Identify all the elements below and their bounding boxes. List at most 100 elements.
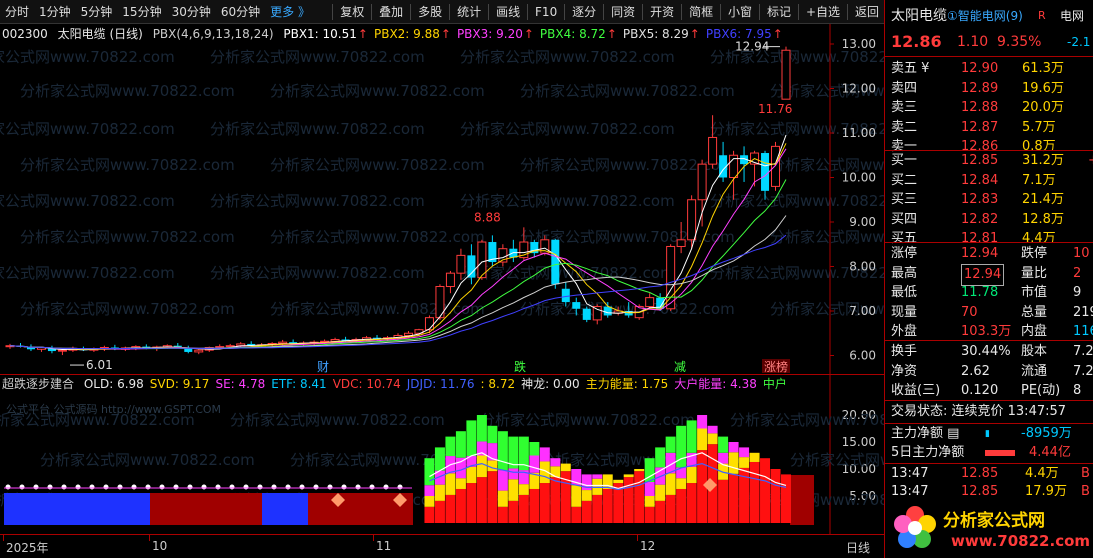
signal-dot [33,484,39,490]
indicator-bar-segment [445,436,456,457]
stat-label: PE(动) [1021,383,1061,398]
blue-block [4,493,150,525]
bid-volume: 21.4万 [1022,192,1064,207]
indicator-bar-segment [539,447,550,462]
toolbar-button[interactable]: 简框 [684,0,718,24]
toolbar-button[interactable]: 标记 [762,0,796,24]
signal-dot [145,484,151,490]
toolbar-button[interactable]: 小窗 [723,0,757,24]
date-tick [373,535,374,541]
tick-volume: 4.4万 [1025,466,1059,481]
bid-row: 买一 12.85 31.2万 + [885,151,1093,171]
indicator-panel[interactable]: 20.00 15.00 10.00 5.00 分析家公式网www.70822.com 分析… [0,374,884,535]
toolbar-button[interactable]: 逐分 [567,0,601,24]
tick-side: B [1081,466,1090,481]
side-label: 电网 [1060,9,1085,23]
divider [885,400,1093,401]
tick-time: 13:47 [891,466,929,481]
indicator-bar-segment [529,488,540,523]
candle-body [424,317,434,331]
stat-label: 跌停 [1021,246,1048,261]
date-tick [3,535,4,541]
stat-label: 内盘 [1021,324,1048,339]
sector-link: ①智能电网(9) [947,9,1023,23]
price-axis-label: 9.00 [849,215,876,229]
date-label: 日线 [846,541,871,555]
toolbar-button[interactable]: 叠加 [374,0,408,24]
indicator-bar-segment [424,458,435,486]
candle-body [687,199,697,241]
period-button[interactable]: 分时 [0,0,34,24]
toolbar-button[interactable]: 返回 [850,0,884,24]
stat-value: 219. [1073,304,1093,320]
watermark-text: 分析家公式网www.70822.com [210,120,425,138]
indicator-bar-segment [518,484,529,495]
indicator-plot: 20.0015.0010.005.00分析家公式网www.70822.com 分析… [0,375,884,535]
toolbar-button[interactable]: 多股 [413,0,447,24]
low-price-label: 6.01 [86,358,113,372]
toolbar-button[interactable]: 复权 [335,0,369,24]
candlestick-chart[interactable]: 002300 太阳电缆 (日线) PBX(4,6,9,13,18,24) PBX… [0,24,884,374]
date-label: 12 [640,539,656,553]
peak-label: 8.88 [474,210,501,224]
price-change-pct: 9.35% [997,34,1042,50]
indicator-bar-segment [424,506,435,523]
period-button[interactable]: 30分钟 [167,0,216,24]
period-button[interactable]: 更多 》 [265,0,315,24]
toolbar-button[interactable]: +自选 [801,0,845,24]
indicator-bar-segment [571,485,582,507]
indicator-bar-segment [665,494,676,523]
candle-body [194,349,204,353]
period-button[interactable]: 1分钟 [34,0,76,24]
status-row: 交易状态: 连续竞价 13:47:57 [885,402,1093,422]
indicator-name: 超跌逐步建合 [2,377,75,391]
indicator-bar-segment [466,466,477,484]
stat-value: 9 [1073,285,1082,300]
signal-dot [61,484,67,490]
event-marker: 财 [317,360,329,374]
signal-dot [89,484,95,490]
toolbar-divider [564,3,566,20]
ask-row: 卖二 12.87 5.7万 [885,118,1093,138]
divider [885,340,1093,341]
indicator-bar-segment [760,458,771,523]
ask-row: 卖五 ¥ 12.90 61.3万 [885,59,1093,79]
indicator-bar-segment [718,436,729,453]
divider [885,56,1093,57]
signal-dot [103,484,109,490]
date-axis: 2025年 10 11 12 日线 [0,534,884,558]
stat-row: 换手 30.44% 股本 7.2 [885,342,1093,362]
watermark-text: 分析家公式网www.70822.com [460,192,675,210]
indicator-value: : 8.72 [480,377,516,391]
watermark-text: 分析家公式网www.70822.com [270,228,485,246]
signal-dot [5,484,11,490]
indicator-bar-segment [434,484,445,501]
signal-dot [19,484,25,490]
indicator-bar-segment [497,470,508,491]
toolbar-button[interactable]: 统计 [452,0,486,24]
quote-price: 12.86 1.10 9.35% -2.1 [885,32,1093,52]
toolbar-button[interactable]: 同资 [606,0,640,24]
toolbar-button[interactable]: 画线 [491,0,525,24]
indicator-bar-segment [728,442,739,453]
period-button[interactable]: 5分钟 [76,0,118,24]
date-tick [149,535,150,541]
date-label: 11 [376,539,392,553]
stat-value: 0.120 [961,383,999,398]
indicator-value: OLD: 6.98 [83,377,144,391]
watermark-text: 分析家公式网www.70822.com [210,264,425,282]
five-day-bar [985,450,1015,456]
indicator-bar-segment [718,479,729,523]
flower-logo-icon [891,504,939,552]
candle-body [761,153,770,191]
period-button[interactable]: 60分钟 [216,0,265,24]
indicator-value: SE: 4.78 [215,377,266,391]
toolbar-button[interactable]: 开资 [645,0,679,24]
quote-panel: 太阳电缆 ①智能电网(9) R 电网 12.86 1.10 9.35% -2.1 卖五 ¥ 12.… [884,0,1093,558]
ask-label: 卖四 [891,80,918,96]
period-button[interactable]: 15分钟 [117,0,166,24]
indicator-bar-segment [739,457,750,468]
toolbar-button[interactable]: F10 [530,0,562,24]
indicator-value: JDJD: 11.76 [406,377,475,391]
watermark-text: 分析家公式网www.70822.com [20,156,235,174]
